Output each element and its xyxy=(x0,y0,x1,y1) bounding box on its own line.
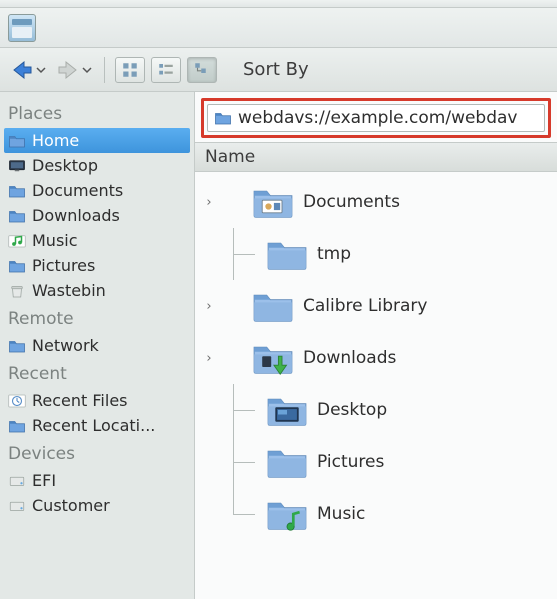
file-tree: › Documents tmp › Calibre Library › Downloads D… xyxy=(195,172,557,599)
folder-icon xyxy=(214,110,232,126)
sidebar-item[interactable]: Desktop xyxy=(4,153,190,178)
tree-lines xyxy=(225,436,257,488)
sidebar-item[interactable]: Recent Files xyxy=(4,388,190,413)
arrow-left-icon xyxy=(10,58,34,82)
app-icon[interactable] xyxy=(8,14,36,42)
folder-blue-icon xyxy=(8,338,26,354)
music-icon xyxy=(8,233,26,249)
sidebar-item-label: Downloads xyxy=(32,206,120,225)
folder-icon xyxy=(265,444,309,480)
address-bar[interactable]: webdavs://example.com/webdav xyxy=(207,104,545,132)
sidebar-item[interactable]: Recent Locati... xyxy=(4,413,190,438)
tree-lines xyxy=(225,488,257,540)
tree-row-label: Music xyxy=(317,504,365,524)
view-list-icon xyxy=(157,61,175,79)
expand-toggle[interactable]: › xyxy=(201,299,217,314)
sidebar-item[interactable]: Wastebin xyxy=(4,278,190,303)
disk-icon xyxy=(8,498,26,514)
sidebar-item[interactable]: EFI xyxy=(4,468,190,493)
sidebar-item-label: Network xyxy=(32,336,99,355)
menubar xyxy=(0,8,557,48)
sidebar-item[interactable]: Network xyxy=(4,333,190,358)
column-header-name[interactable]: Name xyxy=(195,142,557,172)
sidebar-item-label: EFI xyxy=(32,471,56,490)
clock-icon xyxy=(8,393,26,409)
chevron-down-icon xyxy=(82,65,92,75)
sidebar-item-label: Desktop xyxy=(32,156,98,175)
tree-row[interactable]: Music xyxy=(201,488,557,540)
main-panel: webdavs://example.com/webdav Name › Docum… xyxy=(195,92,557,599)
tree-lines xyxy=(225,228,257,280)
tree-row-label: Desktop xyxy=(317,400,387,420)
sidebar-item[interactable]: Pictures xyxy=(4,253,190,278)
sidebar-item-label: Wastebin xyxy=(32,281,106,300)
sidebar-section-header: Devices xyxy=(4,438,190,468)
tree-row-label: Documents xyxy=(303,192,400,212)
tree-row[interactable]: › Calibre Library xyxy=(201,280,557,332)
view-list-button[interactable] xyxy=(151,57,181,83)
chevron-down-icon xyxy=(36,65,46,75)
places-sidebar: Places Home Desktop Documents Downloads Music… xyxy=(0,92,195,599)
tree-row[interactable]: Pictures xyxy=(201,436,557,488)
address-text: webdavs://example.com/webdav xyxy=(238,108,518,128)
tree-row-label: Downloads xyxy=(303,348,396,368)
folder-icon xyxy=(251,288,295,324)
sidebar-section-header: Remote xyxy=(4,303,190,333)
view-icons-button[interactable] xyxy=(115,57,145,83)
folder-docs-icon xyxy=(251,184,295,220)
nav-back-button[interactable] xyxy=(8,56,48,84)
toolbar-separator xyxy=(104,57,105,83)
sidebar-item-label: Music xyxy=(32,231,78,250)
sidebar-item-label: Pictures xyxy=(32,256,95,275)
folder-desktop-icon xyxy=(265,392,309,428)
window-titlebar xyxy=(0,0,557,8)
folder-music-icon xyxy=(265,496,309,532)
arrow-right-icon xyxy=(56,58,80,82)
sidebar-item-label: Documents xyxy=(32,181,123,200)
sidebar-item-label: Recent Locati... xyxy=(32,416,155,435)
tree-lines xyxy=(225,384,257,436)
folder-blue-icon xyxy=(8,183,26,199)
sidebar-section-header: Recent xyxy=(4,358,190,388)
sidebar-item[interactable]: Home xyxy=(4,128,190,153)
toolbar: Sort By xyxy=(0,48,557,92)
folder-icon xyxy=(265,236,309,272)
tree-row[interactable]: tmp xyxy=(201,228,557,280)
tree-row[interactable]: › Documents xyxy=(201,176,557,228)
folder-blue-icon xyxy=(8,258,26,274)
view-icons-icon xyxy=(121,61,139,79)
trash-icon xyxy=(8,283,26,299)
sidebar-item-label: Recent Files xyxy=(32,391,128,410)
disk-icon xyxy=(8,473,26,489)
tree-row[interactable]: Desktop xyxy=(201,384,557,436)
view-tree-icon xyxy=(193,61,211,79)
expand-toggle[interactable]: › xyxy=(201,351,217,366)
tree-row-label: Calibre Library xyxy=(303,296,427,316)
sidebar-item[interactable]: Documents xyxy=(4,178,190,203)
sidebar-section-header: Places xyxy=(4,98,190,128)
sidebar-item-label: Home xyxy=(32,131,79,150)
folder-download-icon xyxy=(251,340,295,376)
nav-forward-button[interactable] xyxy=(54,56,94,84)
folder-blue-icon xyxy=(8,208,26,224)
sidebar-item[interactable]: Music xyxy=(4,228,190,253)
sort-by-button[interactable]: Sort By xyxy=(243,59,309,80)
tree-row-label: Pictures xyxy=(317,452,384,472)
sidebar-item[interactable]: Downloads xyxy=(4,203,190,228)
tree-row[interactable]: › Downloads xyxy=(201,332,557,384)
sidebar-item[interactable]: Customer xyxy=(4,493,190,518)
folder-blue-icon xyxy=(8,133,26,149)
folder-blue-icon xyxy=(8,418,26,434)
tree-row-label: tmp xyxy=(317,244,351,264)
address-highlight: webdavs://example.com/webdav xyxy=(201,98,551,138)
expand-toggle[interactable]: › xyxy=(201,195,217,210)
view-tree-button[interactable] xyxy=(187,57,217,83)
monitor-icon xyxy=(8,158,26,174)
sidebar-item-label: Customer xyxy=(32,496,110,515)
